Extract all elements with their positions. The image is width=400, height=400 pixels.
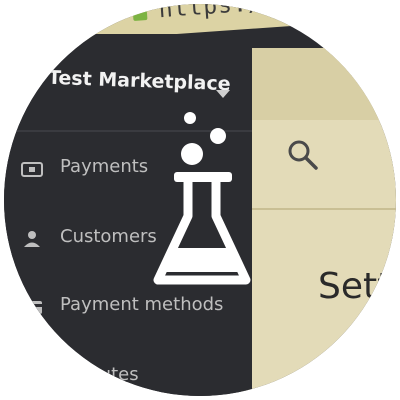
screenshot-circle: https://dashboa Sett Test Marketplace Pa…: [4, 4, 396, 396]
secure-lock-icon: [132, 6, 148, 22]
dispute-icon: [20, 367, 44, 387]
flask-icon: [152, 108, 252, 298]
sidebar-item-label: Payments: [60, 156, 149, 177]
account-switcher[interactable]: Test Marketplace: [48, 67, 231, 95]
search-icon[interactable]: [286, 138, 320, 172]
main-content: Sett: [242, 48, 396, 396]
sidebar-item-disputes[interactable]: Disputes: [20, 360, 250, 394]
person-icon: [20, 229, 44, 249]
content-divider: [242, 208, 396, 210]
url-text[interactable]: https://dashboa: [158, 4, 382, 23]
sidebar-item-label: Disputes: [60, 364, 139, 385]
wallet-icon: [20, 159, 44, 179]
sidebar-item-label: Customers: [60, 226, 157, 247]
content-header: [242, 48, 396, 120]
chevron-down-icon[interactable]: [216, 90, 230, 98]
card-icon: [20, 297, 44, 317]
page-title: Sett: [318, 266, 392, 307]
